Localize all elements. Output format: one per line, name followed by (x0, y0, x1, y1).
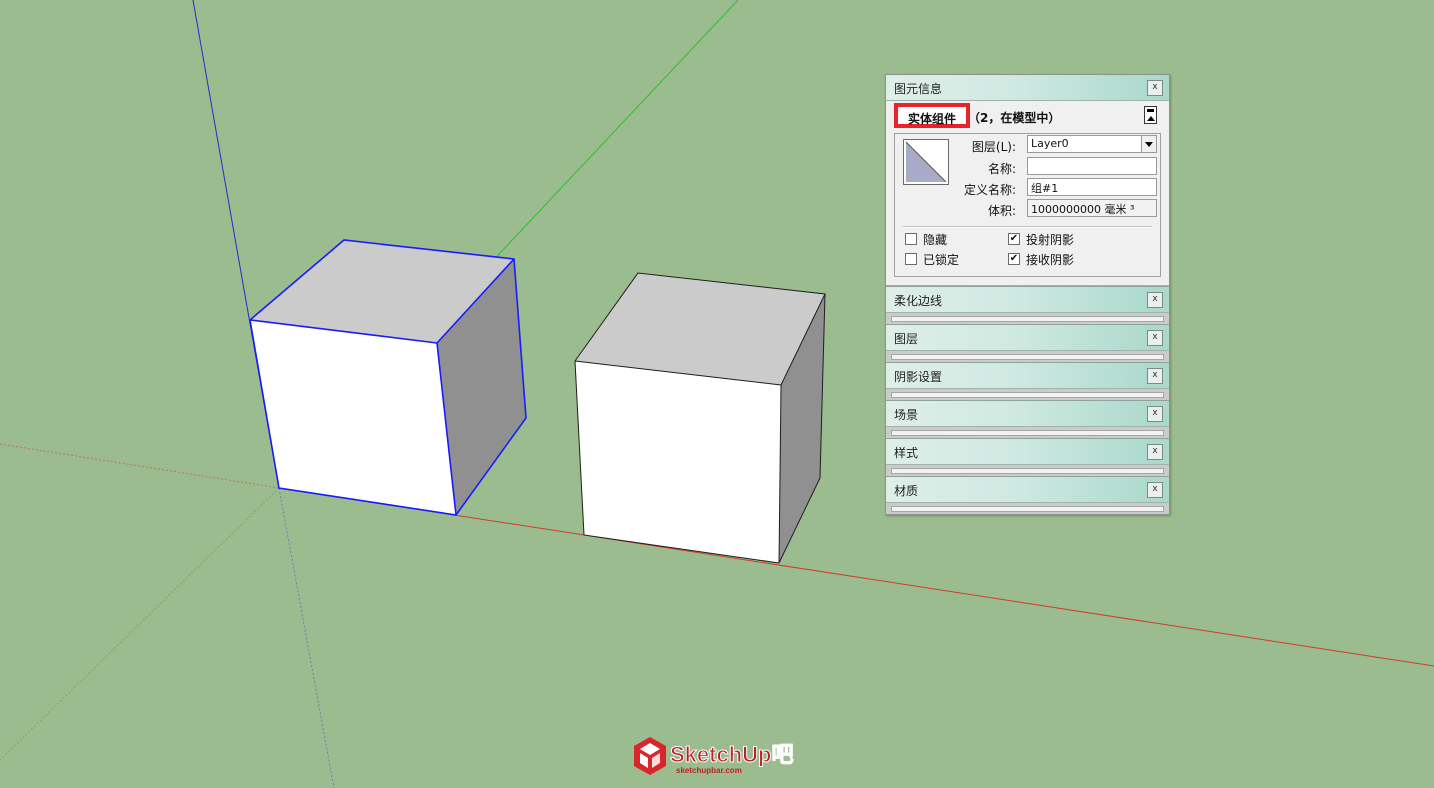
panel-title: 柔化边线 (894, 294, 943, 308)
panel-header[interactable]: 阴影设置 x (886, 363, 1169, 389)
panel-shadows[interactable]: 阴影设置 x (886, 362, 1169, 400)
close-icon[interactable]: x (1147, 330, 1163, 346)
watermark-brand: SketchUp吧 (670, 742, 793, 767)
receive-shadows-checkbox-box[interactable]: ✔ (1008, 253, 1020, 265)
entity-info-title: 图元信息 (894, 82, 943, 96)
entity-info-box: 图层(L): Layer0 名称: 定义名称: 组#1 体积: 10000000… (894, 133, 1161, 277)
entity-info-header[interactable]: 图元信息 x (886, 75, 1169, 101)
sketchupbar-logo: SketchUp吧 sketchupbar.com (634, 737, 794, 775)
panel-header[interactable]: 柔化边线 x (886, 287, 1169, 313)
close-icon[interactable]: x (1147, 80, 1163, 96)
default-tray: 图元信息 x 实体组件 （2，在模型中） 图层(L): Layer0 名称: 定… (885, 74, 1170, 515)
volume-row: 体积: 1000000000 毫米 ³ (955, 199, 1157, 219)
locked-label: 已锁定 (923, 253, 960, 267)
panel-materials[interactable]: 材质 x (886, 476, 1169, 514)
name-row: 名称: (955, 157, 1157, 177)
layer-label: 图层(L): (971, 140, 1016, 154)
name-label: 名称: (987, 162, 1016, 176)
panel-collapsed-bar (891, 392, 1164, 398)
model-viewport[interactable] (0, 0, 1434, 788)
panel-header[interactable]: 场景 x (886, 401, 1169, 427)
definition-row: 定义名称: 组#1 (955, 178, 1157, 198)
panel-title: 样式 (894, 446, 919, 460)
panel-header[interactable]: 材质 x (886, 477, 1169, 503)
close-icon[interactable]: x (1147, 368, 1163, 384)
panel-title: 阴影设置 (894, 370, 943, 384)
definition-name-input[interactable]: 组#1 (1027, 178, 1157, 196)
volume-value: 1000000000 毫米 ³ (1027, 199, 1157, 217)
entity-type-label: 实体组件 (894, 103, 970, 128)
panel-collapsed-bar (891, 430, 1164, 436)
watermark-url: sketchupbar.com (676, 766, 742, 775)
layer-select-value: Layer0 (1031, 137, 1069, 150)
red-axis-dotted (0, 443, 280, 489)
panel-title: 场景 (894, 408, 919, 422)
panel-layers[interactable]: 图层 x (886, 324, 1169, 362)
component-cube[interactable] (574, 272, 826, 564)
close-icon[interactable]: x (1147, 406, 1163, 422)
hidden-label: 隐藏 (923, 233, 948, 247)
name-input[interactable] (1027, 157, 1157, 175)
panel-scenes[interactable]: 场景 x (886, 400, 1169, 438)
cube-front-face[interactable] (250, 320, 456, 515)
panel-title: 图层 (894, 332, 919, 346)
green-axis-dotted (0, 487, 280, 761)
close-icon[interactable]: x (1147, 482, 1163, 498)
panel-header[interactable]: 图层 x (886, 325, 1169, 351)
entity-info-panel: 图元信息 x 实体组件 （2，在模型中） 图层(L): Layer0 名称: 定… (886, 75, 1169, 286)
cube2-front-face[interactable] (575, 361, 781, 563)
blue-axis-dotted (278, 487, 335, 788)
close-icon[interactable]: x (1147, 444, 1163, 460)
entity-count-text: （2，在模型中） (968, 111, 1061, 125)
panel-styles[interactable]: 样式 x (886, 438, 1169, 476)
volume-label: 体积: (987, 204, 1016, 218)
receive-shadows-label: 接收阴影 (1026, 253, 1075, 267)
definition-label: 定义名称: (963, 183, 1016, 197)
cast-shadows-label: 投射阴影 (1026, 233, 1075, 247)
collapse-panel-icon[interactable] (1144, 106, 1157, 124)
panel-collapsed-bar (891, 506, 1164, 512)
panel-title: 材质 (894, 484, 919, 498)
panel-header[interactable]: 样式 x (886, 439, 1169, 465)
component-thumbnail (903, 139, 949, 185)
locked-checkbox-box[interactable] (905, 253, 917, 265)
entity-info-body: 实体组件 （2，在模型中） 图层(L): Layer0 名称: 定义名称: 组#… (886, 101, 1169, 286)
close-icon[interactable]: x (1147, 292, 1163, 308)
selected-cube[interactable] (249, 239, 527, 516)
chevron-down-icon[interactable] (1141, 136, 1156, 152)
cast-shadows-checkbox-box[interactable]: ✔ (1008, 233, 1020, 245)
layer-select[interactable]: Layer0 (1027, 135, 1157, 153)
panel-collapsed-bar (891, 316, 1164, 322)
hidden-checkbox-box[interactable] (905, 233, 917, 245)
panel-collapsed-bar (891, 354, 1164, 360)
panel-soften-edges[interactable]: 柔化边线 x (886, 286, 1169, 324)
entity-type-row: 实体组件 （2，在模型中） (892, 101, 1163, 133)
layer-row: 图层(L): Layer0 (955, 135, 1157, 155)
panel-collapsed-bar (891, 468, 1164, 474)
divider (903, 226, 1152, 228)
